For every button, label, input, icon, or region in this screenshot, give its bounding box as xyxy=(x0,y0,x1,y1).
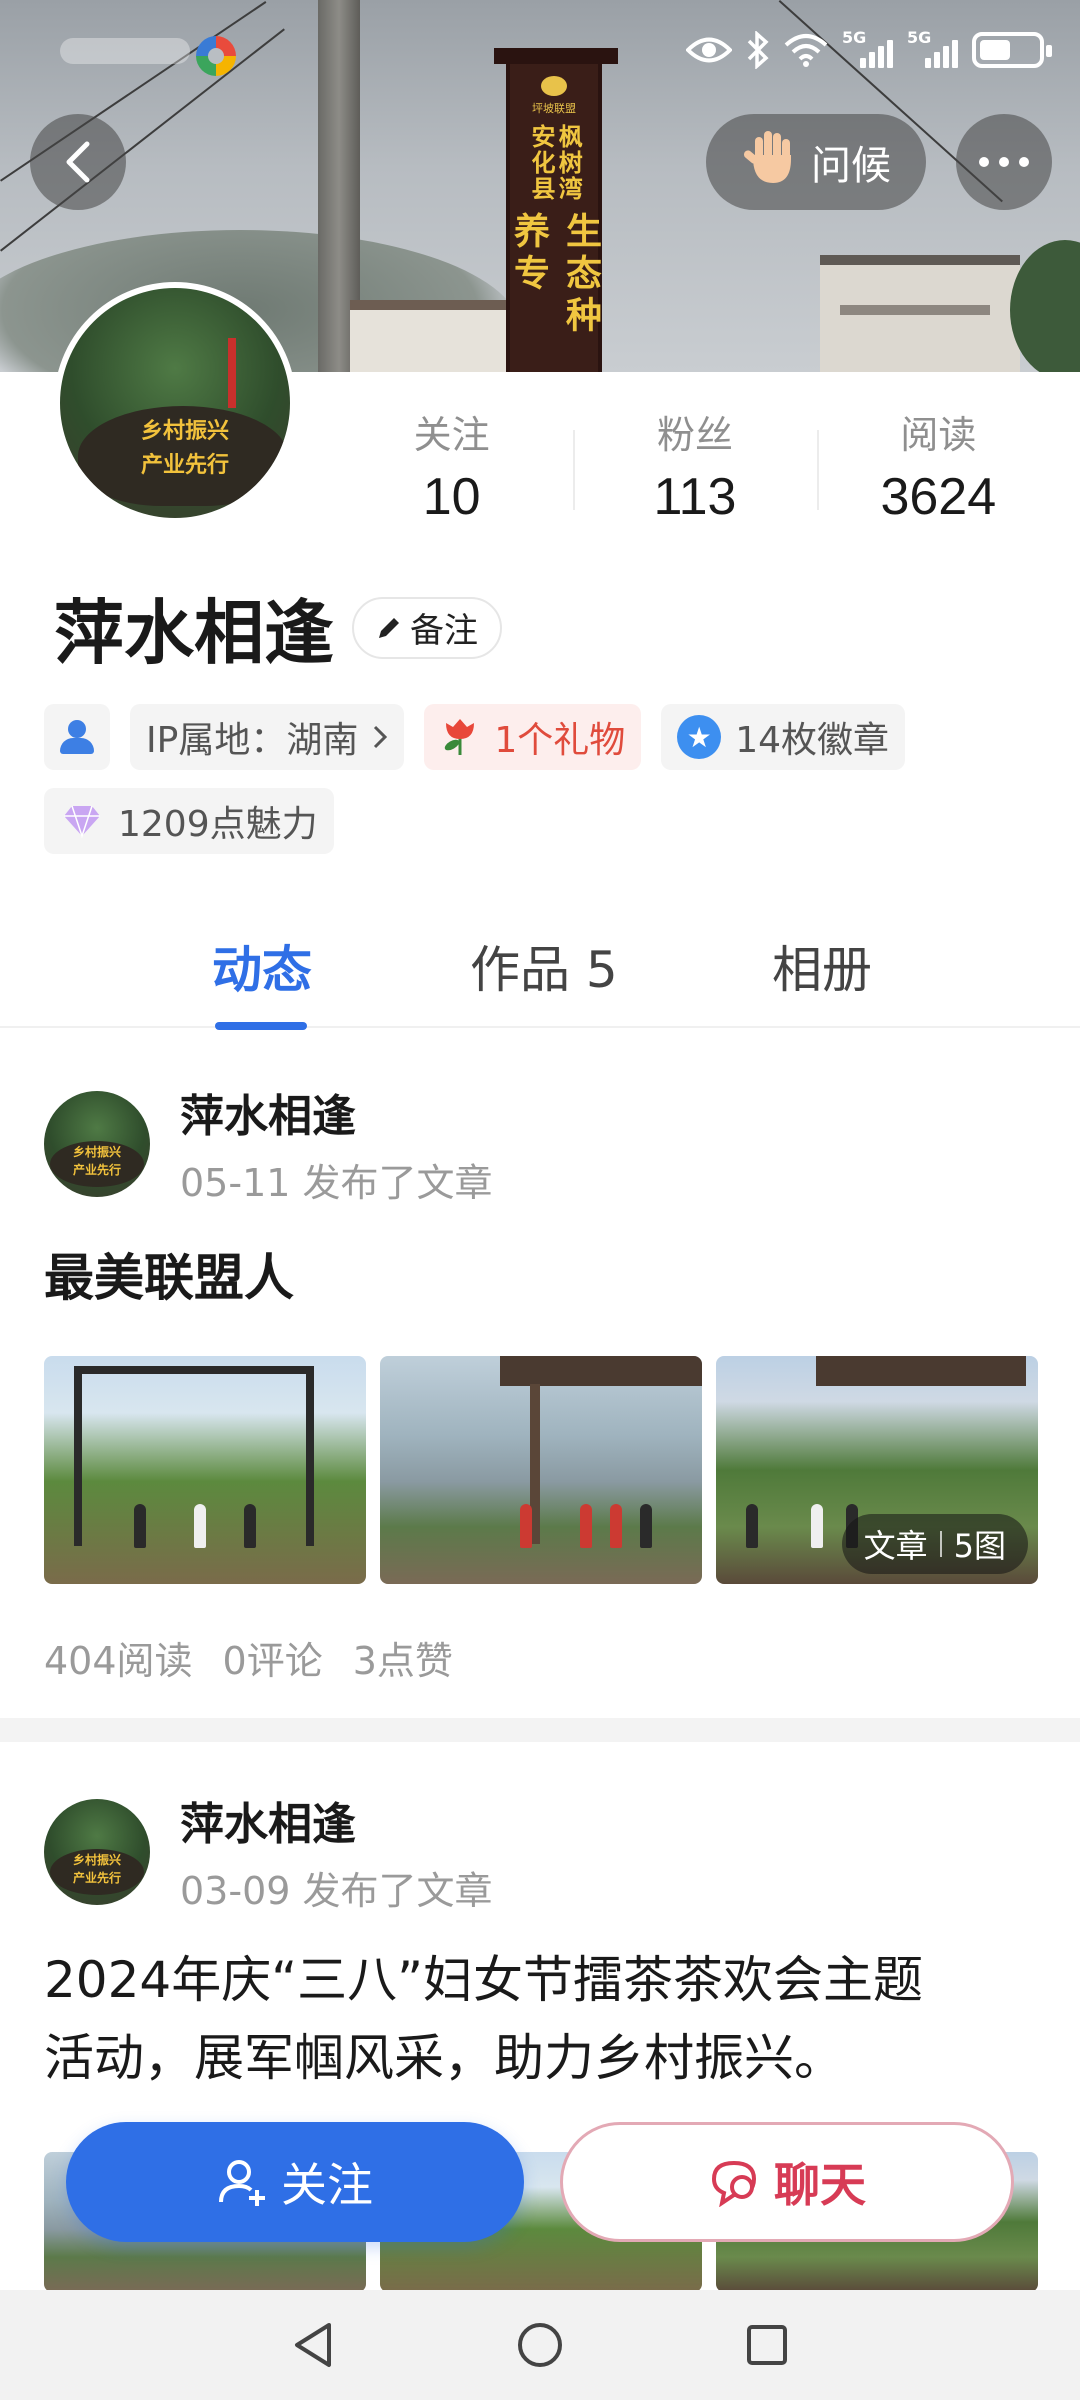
feed-post[interactable]: 乡村振兴 产业先行 萍水相逢 05-11 发布了文章 最美联盟人 文章 5图 4… xyxy=(0,1030,1080,1718)
overlay-count: 5图 xyxy=(953,1527,1006,1565)
stat-value: 113 xyxy=(653,468,737,526)
diamond-icon xyxy=(60,799,104,843)
tab-dynamics[interactable]: 动态 xyxy=(212,930,312,1002)
triangle-back-icon xyxy=(295,2323,332,2367)
post-image[interactable] xyxy=(44,1356,366,1584)
profile-stats: 关注 10 粉丝 113 阅读 3624 xyxy=(330,390,1060,526)
chevron-right-icon xyxy=(374,725,388,749)
bluetooth-icon xyxy=(746,30,770,70)
active-tab-indicator xyxy=(215,1022,307,1030)
post-author-name[interactable]: 萍水相逢 xyxy=(180,1788,493,1852)
pencil-icon xyxy=(379,617,399,638)
stat-followers[interactable]: 粉丝 113 xyxy=(573,390,816,526)
back-button[interactable] xyxy=(30,114,126,210)
stat-label: 关注 xyxy=(413,413,490,457)
greet-button[interactable]: 问候 xyxy=(706,114,926,210)
overlay-type: 文章 xyxy=(863,1527,928,1565)
post-reads: 404阅读 xyxy=(44,1639,193,1683)
ip-location-text: IP属地：湖南 xyxy=(146,720,359,761)
star-badge-icon: ★ xyxy=(677,715,722,759)
ip-location-chip[interactable]: IP属地：湖南 xyxy=(130,704,405,770)
status-bar: 5G 5G xyxy=(0,0,1080,100)
post-title[interactable]: 最美联盟人 xyxy=(44,1240,294,1318)
profile-tabs: 动态 作品 5 相册 xyxy=(0,900,1080,1028)
post-title[interactable]: 2024年庆“三八”妇女节擂茶茶欢会主题 活动，展军帼风采，助力乡村振兴。 xyxy=(44,1942,923,2097)
wifi-icon xyxy=(784,30,828,70)
stat-reads[interactable]: 阅读 3624 xyxy=(816,390,1060,526)
post-meta: 03-09 发布了文章 xyxy=(180,1869,493,1913)
sign-text-col: 枫树湾 xyxy=(554,124,583,203)
stat-label: 粉丝 xyxy=(656,413,733,457)
post-image[interactable]: 文章 5图 xyxy=(716,1356,1038,1584)
remark-label: 备注 xyxy=(410,611,478,651)
chevron-left-icon xyxy=(66,141,90,183)
cover-tree xyxy=(1010,240,1080,372)
signal-5g-icon: 5G xyxy=(907,28,958,68)
avatar-text: 乡村振兴 产业先行 xyxy=(140,418,229,479)
sign-text-col: 安化县 xyxy=(527,124,555,203)
tab-works[interactable]: 作品 5 xyxy=(470,930,618,1002)
app-notification-icon xyxy=(196,36,236,76)
rose-icon xyxy=(445,719,475,755)
feed-divider xyxy=(0,1718,1080,1742)
notification-icons xyxy=(60,38,190,64)
waving-hand-icon xyxy=(741,127,801,197)
gift-chip[interactable]: 1个礼物 xyxy=(424,704,642,770)
chat-button[interactable]: 聊天 xyxy=(560,2122,1014,2242)
tab-album[interactable]: 相册 xyxy=(772,930,872,1002)
post-stats: 404阅读 0评论 3点赞 xyxy=(44,1630,453,1685)
stat-value: 3624 xyxy=(880,468,997,526)
cover-house xyxy=(820,255,1020,372)
badges-chip[interactable]: ★ 14枚徽章 xyxy=(661,704,906,770)
sign-small-text: 坪坡联盟 xyxy=(532,102,576,116)
signal-5g-icon: 5G xyxy=(842,28,893,68)
nav-recents-button[interactable] xyxy=(737,2315,797,2375)
person-icon xyxy=(60,720,94,754)
gift-text: 1个礼物 xyxy=(494,720,626,761)
follow-label: 关注 xyxy=(281,2158,373,2212)
more-options-button[interactable] xyxy=(956,114,1052,210)
add-user-icon xyxy=(219,2160,265,2206)
post-author-avatar[interactable]: 乡村振兴 产业先行 xyxy=(44,1090,150,1197)
remark-button[interactable]: 备注 xyxy=(352,596,502,659)
stat-following[interactable]: 关注 10 xyxy=(330,390,573,526)
verified-user-chip[interactable] xyxy=(44,704,110,770)
chat-label: 聊天 xyxy=(774,2158,866,2212)
cover-house xyxy=(350,300,510,372)
image-count-tag: 文章 5图 xyxy=(841,1514,1028,1574)
sign-main-text: 生态种养专 xyxy=(508,212,601,339)
post-author-avatar[interactable]: 乡村振兴 产业先行 xyxy=(44,1798,150,1905)
post-image[interactable] xyxy=(380,1356,702,1584)
post-meta: 05-11 发布了文章 xyxy=(180,1161,493,1205)
charm-chip[interactable]: 1209点魅力 xyxy=(44,788,334,854)
nav-back-button[interactable] xyxy=(283,2315,343,2375)
battery-icon xyxy=(972,32,1052,68)
badges-text: 14枚徽章 xyxy=(735,720,890,761)
square-recents-icon xyxy=(746,2325,787,2365)
profile-name: 萍水相逢 xyxy=(54,592,334,674)
profile-avatar[interactable]: 乡村振兴 产业先行 xyxy=(54,282,296,524)
more-dots-icon xyxy=(979,157,1029,167)
eye-icon xyxy=(686,30,732,70)
circle-home-icon xyxy=(517,2323,562,2367)
stat-label: 阅读 xyxy=(900,413,977,457)
system-navigation-bar xyxy=(0,2290,1080,2400)
charm-text: 1209点魅力 xyxy=(118,804,318,845)
nav-home-button[interactable] xyxy=(510,2315,570,2375)
post-likes[interactable]: 3点赞 xyxy=(353,1630,453,1685)
stat-value: 10 xyxy=(422,468,481,526)
chat-bubble-icon xyxy=(711,2160,757,2207)
post-comments[interactable]: 0评论 xyxy=(223,1630,323,1685)
follow-button[interactable]: 关注 xyxy=(66,2122,524,2242)
greet-label: 问候 xyxy=(811,143,891,189)
post-author-name[interactable]: 萍水相逢 xyxy=(180,1080,493,1144)
